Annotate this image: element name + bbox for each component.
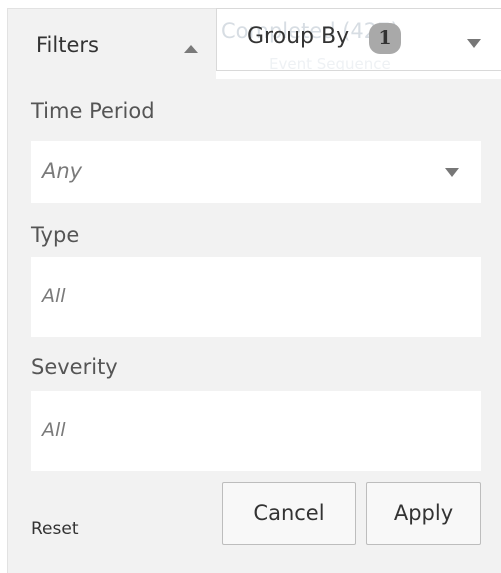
type-label: Type (31, 223, 80, 247)
group-by-count-badge: 1 (369, 23, 401, 54)
dropdown-arrow-icon (445, 168, 459, 177)
tab-filters[interactable]: Filters (7, 8, 216, 79)
time-period-select[interactable]: Any (31, 141, 481, 203)
cancel-button[interactable]: Cancel (222, 482, 356, 545)
chevron-up-icon[interactable] (184, 45, 198, 53)
severity-label: Severity (31, 355, 118, 379)
type-select[interactable]: All (31, 257, 481, 337)
filter-form: Time Period Any Type All Severity All Re… (7, 79, 501, 573)
apply-button[interactable]: Apply (366, 482, 481, 545)
filter-panel: Completed (427) Event Sequence Group By … (0, 0, 501, 573)
tab-filters-label: Filters (36, 33, 99, 57)
tab-group-by[interactable]: Completed (427) Event Sequence Group By … (216, 8, 501, 71)
chevron-down-icon[interactable] (467, 39, 481, 48)
time-period-value: Any (42, 159, 83, 183)
type-value: All (42, 285, 66, 307)
background-list-subtext: Event Sequence (269, 55, 391, 71)
time-period-label: Time Period (31, 99, 155, 123)
reset-link[interactable]: Reset (31, 519, 79, 539)
severity-value: All (42, 419, 66, 441)
severity-select[interactable]: All (31, 391, 481, 471)
tab-group-by-label: Group By (247, 24, 350, 49)
